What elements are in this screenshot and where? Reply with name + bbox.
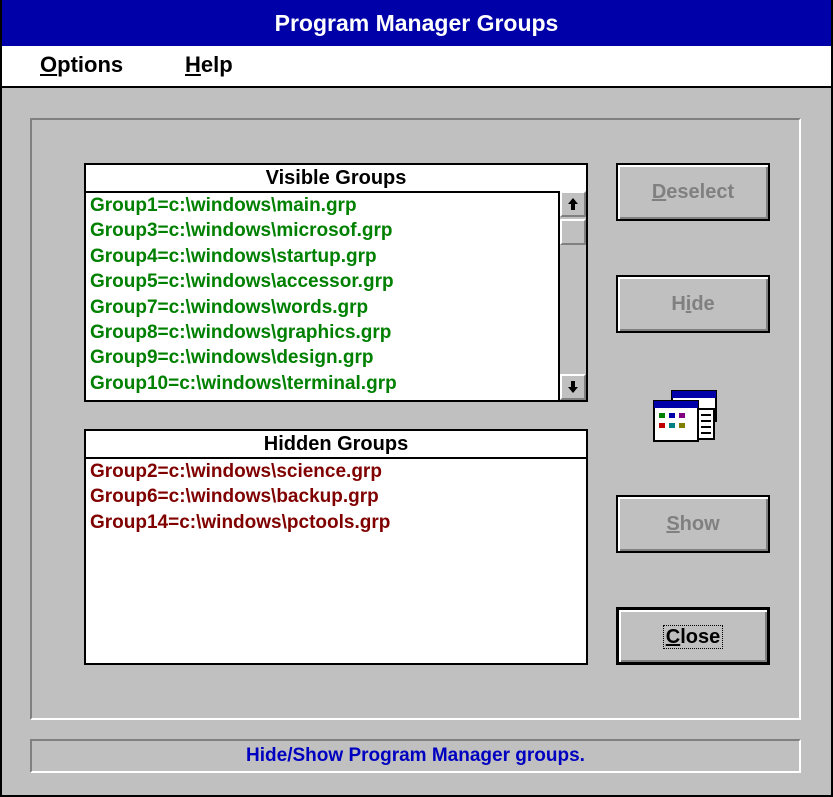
list-item[interactable]: Group4=c:\windows\startup.grp xyxy=(90,244,397,269)
hidden-groups-listbox[interactable]: Hidden Groups Group2=c:\windows\science.… xyxy=(84,429,588,665)
list-item[interactable]: Group14=c:\windows\pctools.grp xyxy=(90,510,390,535)
close-button-focus: Close xyxy=(662,625,724,649)
hidden-groups-header: Hidden Groups xyxy=(86,431,586,459)
close-button[interactable]: Close xyxy=(616,607,770,665)
up-arrow-icon xyxy=(568,198,578,210)
status-bar: Hide/Show Program Manager groups. xyxy=(30,739,801,773)
list-item[interactable]: Group6=c:\windows\backup.grp xyxy=(90,484,390,509)
scroll-down-button[interactable] xyxy=(560,374,586,400)
down-arrow-icon xyxy=(568,381,578,393)
hide-button[interactable]: Hide xyxy=(616,275,770,333)
list-item[interactable]: Group1=c:\windows\main.grp xyxy=(90,193,397,218)
list-item[interactable]: Group5=c:\windows\accessor.grp xyxy=(90,269,397,294)
visible-groups-scrollbar[interactable] xyxy=(558,191,586,400)
visible-groups-list: Group1=c:\windows\main.grp Group3=c:\win… xyxy=(90,193,397,396)
menu-bar: Options Help xyxy=(2,46,831,88)
list-item[interactable]: Group8=c:\windows\graphics.grp xyxy=(90,320,397,345)
program-manager-icon xyxy=(653,390,717,442)
hidden-groups-list: Group2=c:\windows\science.grp Group6=c:\… xyxy=(90,459,390,535)
window-title: Program Manager Groups xyxy=(2,0,831,46)
visible-groups-listbox[interactable]: Visible Groups Group1=c:\windows\main.gr… xyxy=(84,163,588,402)
program-manager-groups-window: Program Manager Groups Options Help Visi… xyxy=(0,0,833,797)
show-button[interactable]: Show xyxy=(616,495,770,553)
scroll-thumb[interactable] xyxy=(560,219,586,245)
list-item[interactable]: Group2=c:\windows\science.grp xyxy=(90,459,390,484)
menu-options[interactable]: Options xyxy=(40,52,123,78)
menu-help[interactable]: Help xyxy=(185,52,233,78)
list-item[interactable]: Group9=c:\windows\design.grp xyxy=(90,345,397,370)
list-item[interactable]: Group3=c:\windows\microsof.grp xyxy=(90,218,397,243)
list-item[interactable]: Group10=c:\windows\terminal.grp xyxy=(90,371,397,396)
list-item[interactable]: Group7=c:\windows\words.grp xyxy=(90,295,397,320)
deselect-button[interactable]: Deselect xyxy=(616,163,770,221)
visible-groups-header: Visible Groups xyxy=(86,165,586,193)
scroll-up-button[interactable] xyxy=(560,191,586,217)
